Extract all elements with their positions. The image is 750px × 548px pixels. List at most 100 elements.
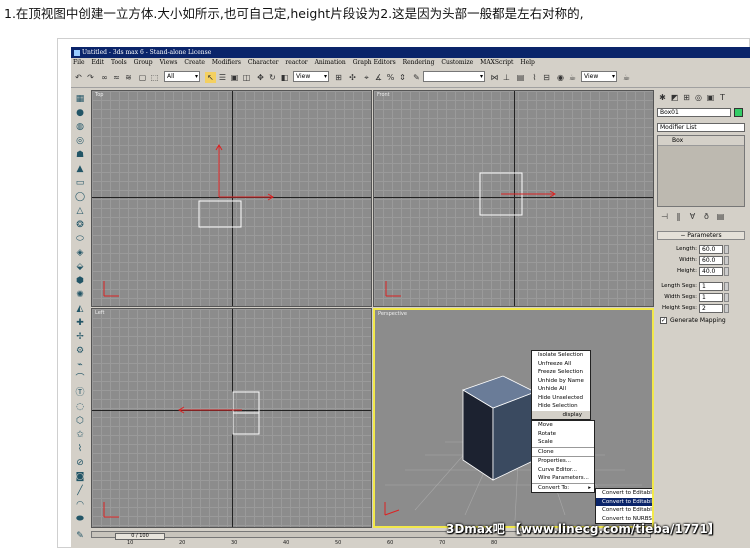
- rollout-header[interactable]: − Parameters: [657, 231, 745, 240]
- hierarchy-tab-icon[interactable]: ⊞: [681, 92, 692, 103]
- modify-tab-icon[interactable]: ◩: [669, 92, 680, 103]
- link-icon[interactable]: ∞: [99, 72, 110, 83]
- menu-unhide-all[interactable]: Unhide All: [532, 385, 590, 394]
- render-type-dropdown[interactable]: View: [581, 71, 617, 82]
- select-object-icon[interactable]: ↖: [205, 72, 216, 83]
- reference-coord-dropdown[interactable]: View: [293, 71, 329, 82]
- tool-helix-icon[interactable]: ⌇: [74, 443, 86, 455]
- menu-convert-editable-patch[interactable]: Convert to Editable Patch: [596, 506, 652, 515]
- snap-icon[interactable]: ⌖: [361, 72, 372, 83]
- tool-cylinder-icon[interactable]: ◍: [74, 121, 86, 133]
- viewport-top[interactable]: Top: [91, 90, 372, 307]
- tool-pyramid-icon[interactable]: △: [74, 205, 86, 217]
- manipulate-icon[interactable]: ✣: [347, 72, 358, 83]
- length-segs-spinner[interactable]: [724, 282, 729, 291]
- tool-ellipse-icon[interactable]: ⬬: [74, 513, 86, 525]
- menu-rendering[interactable]: Rendering: [403, 59, 435, 66]
- menu-animation[interactable]: Animation: [315, 59, 346, 66]
- menu-convert-editable-mesh[interactable]: Convert to Editable Mesh: [596, 489, 652, 498]
- undo-icon[interactable]: ↶: [73, 72, 84, 83]
- length-input[interactable]: 60.0: [699, 245, 723, 254]
- tool-sphere-icon[interactable]: ●: [74, 107, 86, 119]
- tool-geosphere-icon[interactable]: ❂: [74, 219, 86, 231]
- menu-isolate-selection[interactable]: Isolate Selection: [532, 351, 590, 360]
- tool-camera-icon[interactable]: ◭: [74, 303, 86, 315]
- tool-gengon-icon[interactable]: ⬢: [74, 275, 86, 287]
- show-end-result-icon[interactable]: ‖: [673, 211, 684, 222]
- scale-icon[interactable]: ◧: [279, 72, 290, 83]
- menu-group[interactable]: Group: [134, 59, 153, 66]
- quick-render-icon[interactable]: ☕: [621, 72, 632, 83]
- select-by-name-icon[interactable]: ☰: [217, 72, 228, 83]
- width-input[interactable]: 60.0: [699, 256, 723, 265]
- object-color-swatch[interactable]: [734, 108, 743, 117]
- curve-editor-icon[interactable]: ⌇: [529, 72, 540, 83]
- menu-freeze-selection[interactable]: Freeze Selection: [532, 368, 590, 377]
- angle-snap-icon[interactable]: ∡: [373, 72, 384, 83]
- menu-character[interactable]: Character: [248, 59, 279, 66]
- display-tab-icon[interactable]: ▣: [705, 92, 716, 103]
- tool-capsule-icon[interactable]: ⬭: [74, 233, 86, 245]
- tool-plane-icon[interactable]: ▭: [74, 177, 86, 189]
- select-region-icon[interactable]: ⬚: [149, 72, 160, 83]
- menu-clone[interactable]: Clone: [532, 446, 594, 457]
- viewport-left[interactable]: Left: [91, 308, 372, 528]
- menu-graph-editors[interactable]: Graph Editors: [353, 59, 396, 66]
- edit-named-sel-icon[interactable]: ✎: [411, 72, 422, 83]
- configure-sets-icon[interactable]: ▤: [715, 211, 726, 222]
- rotate-icon[interactable]: ↻: [267, 72, 278, 83]
- menu-edit[interactable]: Edit: [91, 59, 104, 66]
- motion-tab-icon[interactable]: ◎: [693, 92, 704, 103]
- tool-torus-icon[interactable]: ◎: [74, 135, 86, 147]
- width-segs-spinner[interactable]: [724, 293, 729, 302]
- tool-ngon-icon[interactable]: ⬡: [74, 415, 86, 427]
- menu-move[interactable]: Move: [532, 421, 594, 430]
- object-name-field[interactable]: Box01: [657, 108, 731, 117]
- height-segs-spinner[interactable]: [724, 304, 729, 313]
- spinner-snap-icon[interactable]: ⇕: [397, 72, 408, 83]
- height-input[interactable]: 40.0: [699, 267, 723, 276]
- menu-properties[interactable]: Properties...: [532, 456, 594, 466]
- menu-scale[interactable]: Scale: [532, 438, 594, 447]
- menu-unhide-by-name[interactable]: Unhide by Name: [532, 377, 590, 386]
- menu-reactor[interactable]: reactor: [285, 59, 307, 66]
- tool-ring-icon[interactable]: ◌: [74, 401, 86, 413]
- menu-convert-to[interactable]: Convert To: ▸: [532, 482, 594, 493]
- create-tab-icon[interactable]: ✱: [657, 92, 668, 103]
- tool-box-icon[interactable]: ▦: [74, 93, 86, 105]
- select-icon[interactable]: ▢: [137, 72, 148, 83]
- tool-light-icon[interactable]: ✺: [74, 289, 86, 301]
- tool-bone-icon[interactable]: ⌁: [74, 359, 86, 371]
- menu-hide-unselected[interactable]: Hide Unselected: [532, 394, 590, 403]
- tool-spacewarp-icon[interactable]: ✢: [74, 331, 86, 343]
- pivot-icon[interactable]: ⊞: [333, 72, 344, 83]
- material-editor-icon[interactable]: ◉: [555, 72, 566, 83]
- tool-shape-icon[interactable]: ⌒: [74, 373, 86, 385]
- menu-convert-editable-poly[interactable]: Convert to Editable Poly: [596, 497, 652, 506]
- tool-cone-icon[interactable]: ▲: [74, 163, 86, 175]
- named-selection-dropdown[interactable]: [423, 71, 485, 82]
- menu-modifiers[interactable]: Modifiers: [212, 59, 241, 66]
- menu-maxscript[interactable]: MAXScript: [480, 59, 513, 66]
- redo-icon[interactable]: ↷: [85, 72, 96, 83]
- time-slider[interactable]: 0 / 100: [115, 533, 165, 540]
- render-scene-icon[interactable]: ☕: [567, 72, 578, 83]
- menu-wire-parameters[interactable]: Wire Parameters...: [532, 474, 594, 483]
- rect-selection-icon[interactable]: ▣: [229, 72, 240, 83]
- width-segs-input[interactable]: 1: [699, 293, 723, 302]
- pin-stack-icon[interactable]: ⊣: [659, 211, 670, 222]
- schematic-view-icon[interactable]: ⊟: [541, 72, 552, 83]
- length-segs-input[interactable]: 1: [699, 282, 723, 291]
- make-unique-icon[interactable]: ∀: [687, 211, 698, 222]
- tool-chamfer-icon[interactable]: ◈: [74, 247, 86, 259]
- menu-rotate[interactable]: Rotate: [532, 430, 594, 439]
- tool-text-icon[interactable]: Ⓣ: [74, 387, 86, 399]
- menu-tools[interactable]: Tools: [111, 59, 127, 66]
- utilities-tab-icon[interactable]: T: [717, 92, 728, 103]
- generate-mapping-checkbox[interactable]: ✓: [660, 317, 667, 324]
- move-icon[interactable]: ✥: [255, 72, 266, 83]
- tool-donut-icon[interactable]: ◙: [74, 471, 86, 483]
- remove-modifier-icon[interactable]: ð: [701, 211, 712, 222]
- layer-manager-icon[interactable]: ▤: [515, 72, 526, 83]
- stack-item-box[interactable]: Box: [658, 136, 744, 146]
